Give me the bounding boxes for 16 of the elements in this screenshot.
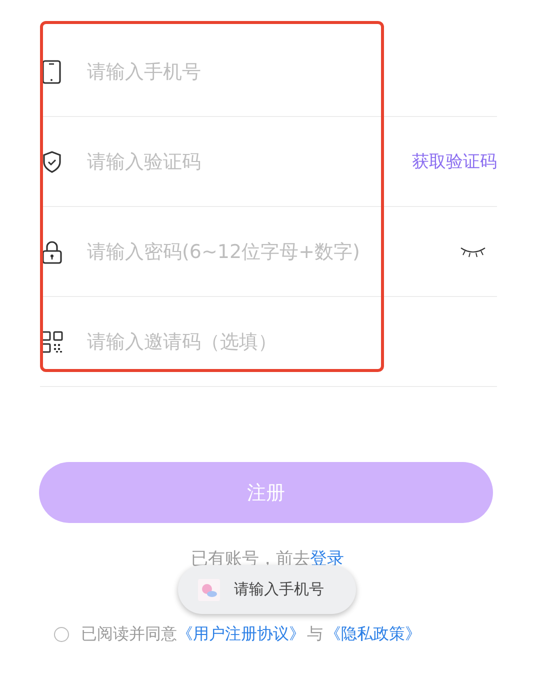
toast-text: 请输入手机号 bbox=[234, 580, 324, 599]
agree-radio[interactable] bbox=[54, 627, 69, 642]
invite-input-field[interactable]: 请输入邀请码（选填） bbox=[87, 330, 497, 352]
lock-icon bbox=[41, 240, 63, 264]
agreement-text: 已阅读并同意 bbox=[81, 624, 177, 645]
shield-check-icon bbox=[41, 150, 63, 174]
user-agreement-link[interactable]: 《用户注册协议》 bbox=[177, 624, 305, 645]
qr-code-icon bbox=[41, 330, 63, 354]
code-input-field[interactable]: 请输入验证码 bbox=[87, 150, 412, 172]
joiner-text: 与 bbox=[307, 624, 323, 645]
privacy-policy-link[interactable]: 《隐私政策》 bbox=[325, 624, 421, 645]
app-icon bbox=[198, 578, 220, 600]
get-code-link[interactable]: 获取验证码 bbox=[412, 150, 497, 173]
password-input-field[interactable]: 请输入密码(6~12位字母+数字) bbox=[87, 240, 459, 262]
phone-icon bbox=[41, 60, 63, 84]
phone-input-field[interactable]: 请输入手机号 bbox=[87, 60, 497, 82]
